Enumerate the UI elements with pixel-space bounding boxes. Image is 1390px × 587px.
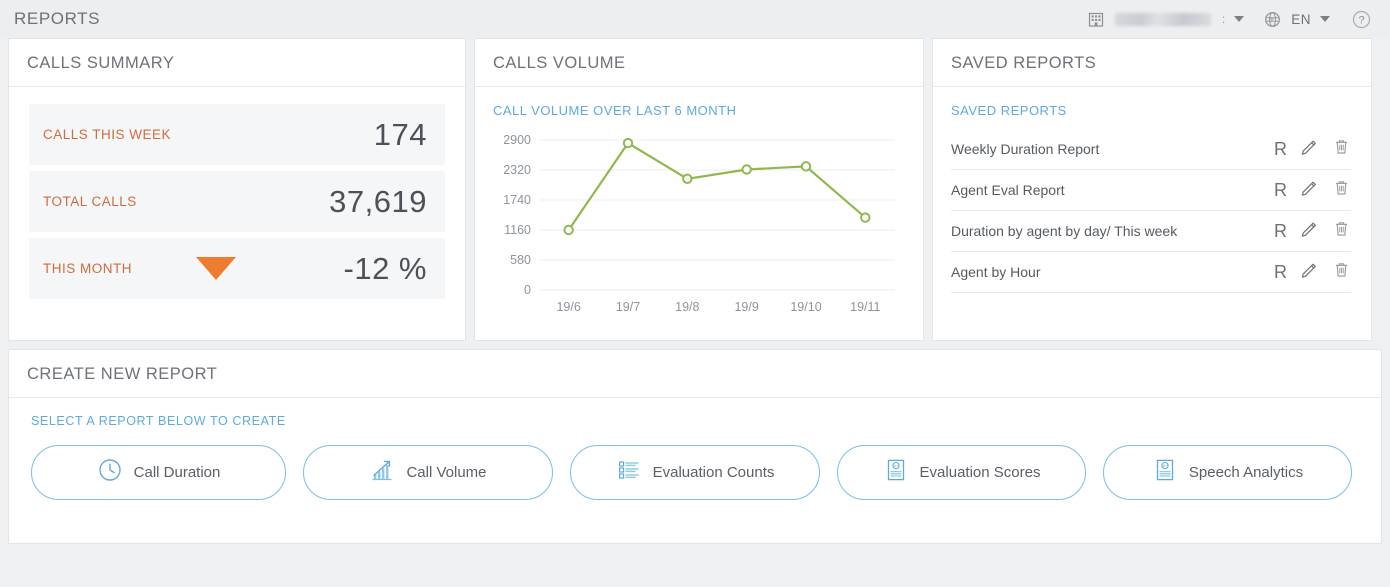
summary-value: -12 %: [343, 250, 427, 286]
saved-report-name: Weekly Duration Report: [951, 141, 1100, 157]
saved-report-actions: R: [1274, 137, 1351, 161]
report-chip-evaluation-counts[interactable]: Evaluation Counts: [570, 445, 820, 500]
saved-reports-body: SAVED REPORTS Weekly Duration Report R Age…: [933, 87, 1371, 293]
chip-label: Call Duration: [133, 464, 221, 481]
svg-text:2900: 2900: [503, 133, 531, 147]
svg-text:19/9: 19/9: [734, 300, 758, 314]
call-volume-line-chart: 2900 2320 1740 1160 580 0 19/6 19/7 19/8 19/9 19/1…: [503, 133, 895, 314]
report-chip-speech-analytics[interactable]: A+ Speech Analytics: [1103, 445, 1352, 500]
graded-document-icon: A+: [1152, 457, 1178, 488]
summary-row-calls-this-week: CALLS THIS WEEK 174: [29, 104, 445, 165]
summary-value: 37,619: [329, 183, 427, 219]
edit-icon[interactable]: [1300, 137, 1319, 161]
saved-reports-panel: SAVED REPORTS SAVED REPORTS Weekly Durat…: [932, 38, 1372, 341]
svg-text:2320: 2320: [503, 163, 531, 177]
calls-summary-title: CALLS SUMMARY: [27, 54, 175, 72]
create-new-report-header: CREATE NEW REPORT: [9, 350, 1381, 398]
svg-text:A+: A+: [1162, 463, 1168, 468]
svg-text:580: 580: [510, 253, 531, 267]
checklist-icon: [616, 457, 642, 488]
report-chip-call-volume[interactable]: Call Volume: [303, 445, 553, 500]
calls-summary-body: CALLS THIS WEEK 174 TOTAL CALLS 37,619 T…: [9, 87, 465, 299]
run-report-button[interactable]: R: [1274, 181, 1287, 199]
run-report-button[interactable]: R: [1274, 263, 1287, 281]
saved-report-name: Agent Eval Report: [951, 182, 1065, 198]
report-chip-call-duration[interactable]: Call Duration: [31, 445, 286, 500]
globe-icon[interactable]: [1263, 10, 1282, 29]
calls-volume-panel: CALLS VOLUME CALL VOLUME OVER LAST 6 MON…: [474, 38, 924, 341]
saved-report-name: Duration by agent by day/ This week: [951, 223, 1178, 239]
svg-text:19/8: 19/8: [675, 300, 699, 314]
edit-icon[interactable]: [1300, 219, 1319, 243]
svg-text:1160: 1160: [504, 223, 531, 237]
clock-icon: [97, 457, 123, 488]
delete-icon[interactable]: [1332, 219, 1351, 243]
summary-label: TOTAL CALLS: [43, 194, 137, 209]
delete-icon[interactable]: [1332, 178, 1351, 202]
svg-text:0: 0: [524, 283, 531, 297]
chip-label: Evaluation Scores: [919, 464, 1041, 481]
account-name-redacted: [1114, 12, 1211, 26]
graded-document-icon: A+: [883, 457, 909, 488]
calls-volume-title: CALLS VOLUME: [493, 54, 626, 72]
chip-label: Speech Analytics: [1188, 464, 1304, 481]
delete-icon[interactable]: [1332, 260, 1351, 284]
account-chevron-down-icon[interactable]: [1234, 16, 1245, 22]
account-name-tail: :: [1221, 12, 1226, 26]
language-chevron-down-icon[interactable]: [1320, 16, 1330, 22]
dashboard-top-row: CALLS SUMMARY CALLS THIS WEEK 174 TOTAL …: [0, 38, 1390, 341]
svg-text:1740: 1740: [503, 193, 531, 207]
svg-text:19/6: 19/6: [556, 300, 580, 314]
saved-report-name: Agent by Hour: [951, 264, 1041, 280]
saved-reports-title: SAVED REPORTS: [951, 54, 1097, 72]
chip-label: Call Volume: [406, 464, 487, 481]
edit-icon[interactable]: [1300, 178, 1319, 202]
saved-report-actions: R: [1274, 260, 1351, 284]
report-chip-evaluation-scores[interactable]: A+ Evaluation Scores: [837, 445, 1086, 500]
saved-report-row: Agent Eval Report R: [951, 170, 1351, 211]
calls-summary-header: CALLS SUMMARY: [9, 39, 465, 87]
saved-report-row: Duration by agent by day/ This week R: [951, 211, 1351, 252]
saved-report-row: Agent by Hour R: [951, 252, 1351, 293]
top-bar-actions: : EN ?: [1086, 9, 1372, 30]
svg-text:19/7: 19/7: [616, 300, 640, 314]
svg-text:19/11: 19/11: [850, 300, 880, 314]
report-type-chip-row: Call Duration Call Volume Evaluation Cou…: [31, 445, 1359, 500]
saved-report-actions: R: [1274, 178, 1351, 202]
create-report-hint: SELECT A REPORT BELOW TO CREATE: [31, 414, 286, 428]
chart-title: CALL VOLUME OVER LAST 6 MONTH: [493, 103, 737, 118]
saved-reports-list: Weekly Duration Report R Agent Eval Report…: [951, 129, 1351, 293]
saved-report-row: Weekly Duration Report R: [951, 129, 1351, 170]
language-label[interactable]: EN: [1291, 12, 1311, 27]
chip-label: Evaluation Counts: [652, 464, 775, 481]
svg-text:?: ?: [1358, 14, 1364, 26]
saved-reports-header: SAVED REPORTS: [933, 39, 1371, 87]
trend-down-icon: [196, 257, 236, 280]
create-new-report-title: CREATE NEW REPORT: [27, 365, 218, 383]
calls-volume-body: CALL VOLUME OVER LAST 6 MONTH 2900 2320 17…: [475, 87, 923, 320]
summary-label: THIS MONTH: [43, 261, 132, 276]
run-report-button[interactable]: R: [1274, 140, 1287, 158]
top-bar: REPORTS : EN ?: [0, 0, 1390, 38]
summary-row-this-month: THIS MONTH -12 %: [29, 238, 445, 299]
calls-volume-header: CALLS VOLUME: [475, 39, 923, 87]
page-title: REPORTS: [14, 9, 101, 28]
help-icon[interactable]: ?: [1351, 9, 1372, 30]
run-report-button[interactable]: R: [1274, 222, 1287, 240]
create-new-report-panel: CREATE NEW REPORT SELECT A REPORT BELOW …: [8, 349, 1382, 544]
call-volume-chart: 2900 2320 1740 1160 580 0 19/6 19/7 19/8 19/9 19/1…: [493, 130, 903, 320]
bar-chart-arrow-icon: [369, 457, 395, 488]
summary-row-total-calls: TOTAL CALLS 37,619: [29, 171, 445, 232]
delete-icon[interactable]: [1332, 137, 1351, 161]
saved-reports-link[interactable]: SAVED REPORTS: [951, 103, 1351, 118]
svg-text:A+: A+: [893, 463, 899, 468]
create-new-report-body: SELECT A REPORT BELOW TO CREATE Call Dur…: [9, 398, 1381, 500]
svg-text:19/10: 19/10: [790, 300, 821, 314]
summary-value: 174: [373, 116, 427, 152]
building-icon[interactable]: [1086, 9, 1106, 29]
summary-label: CALLS THIS WEEK: [43, 127, 172, 142]
calls-summary-panel: CALLS SUMMARY CALLS THIS WEEK 174 TOTAL …: [8, 38, 466, 341]
saved-report-actions: R: [1274, 219, 1351, 243]
edit-icon[interactable]: [1300, 260, 1319, 284]
